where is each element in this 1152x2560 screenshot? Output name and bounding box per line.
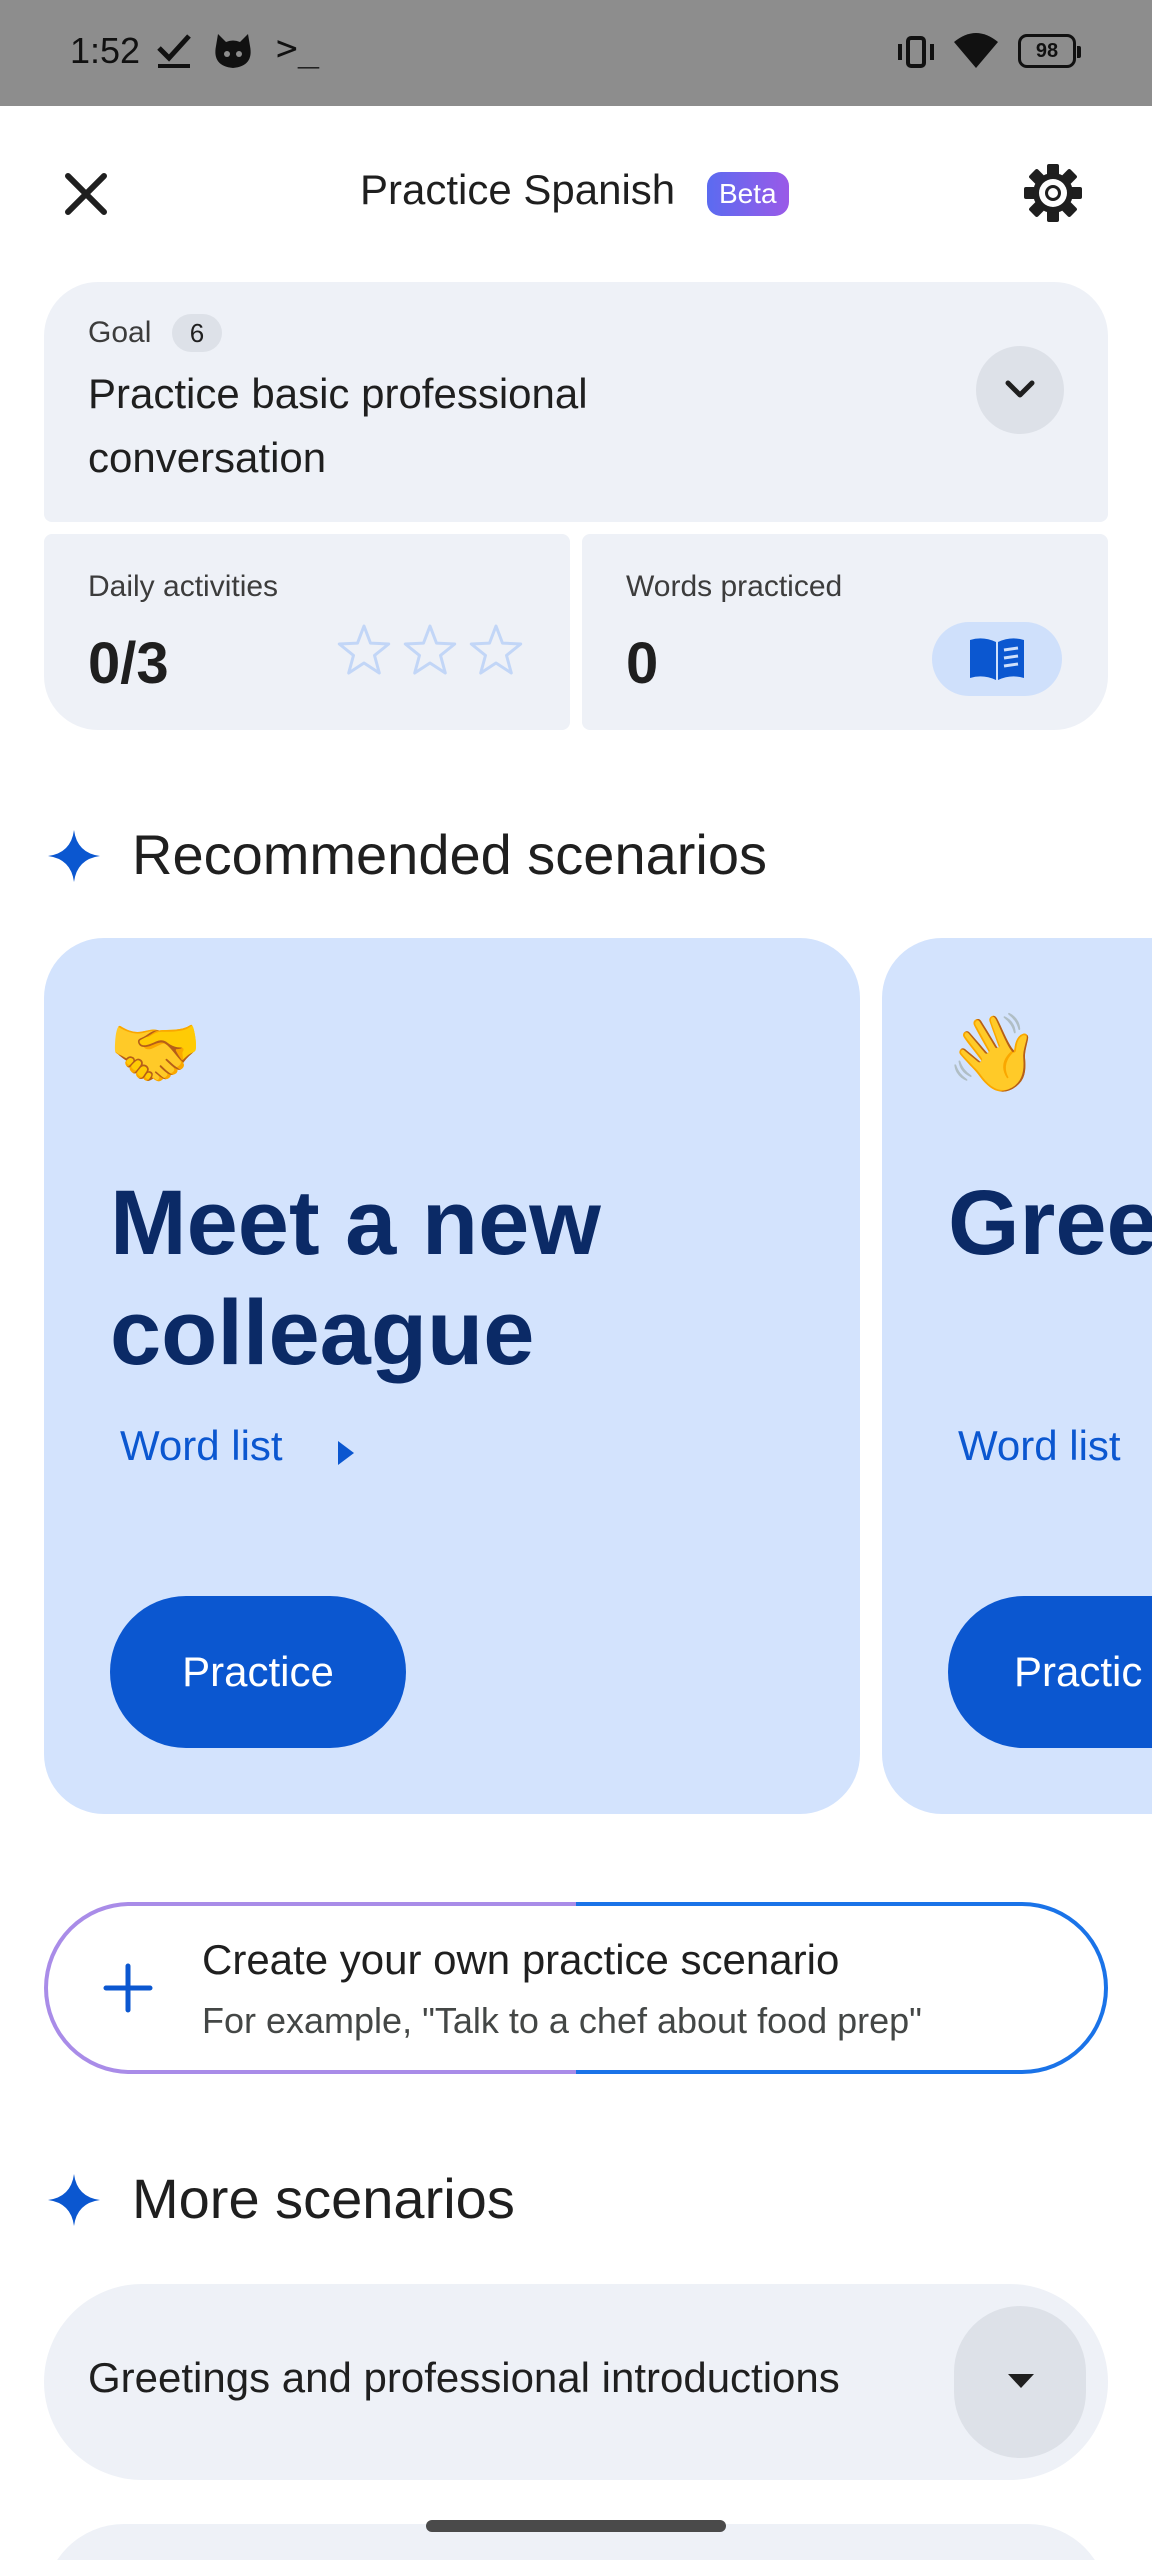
more-scenarios-title: More scenarios	[132, 2167, 515, 2230]
daily-activities-value: 0/3	[88, 631, 169, 696]
goal-label: Goal	[88, 316, 152, 349]
cat-app-icon	[215, 34, 251, 68]
scenario-title: Meet a new colleague	[110, 1172, 601, 1384]
create-scenario-subtitle: For example, "Talk to a chef about food …	[202, 2000, 922, 2041]
goal-expand-button[interactable]	[976, 346, 1064, 434]
more-scenario-label: Greetings and professional introductions	[88, 2354, 840, 2401]
practice-button[interactable]: Practic	[948, 1596, 1152, 1748]
chevron-down-icon	[1005, 380, 1035, 398]
caret-down-icon	[1008, 2374, 1034, 2388]
star-icon	[469, 624, 523, 675]
practice-button[interactable]: Practice	[110, 1596, 406, 1748]
create-scenario-title: Create your own practice scenario	[202, 1936, 840, 1983]
status-bar: 1:52 >_ 98	[0, 0, 1152, 106]
page-title: Practice Spanish	[360, 166, 676, 213]
vibrate-icon	[898, 36, 934, 68]
gear-icon[interactable]	[1020, 160, 1086, 226]
goal-card[interactable]: Goal 6 Practice basic professional conve…	[44, 282, 1108, 522]
handshake-icon: 🤝	[108, 1011, 203, 1096]
words-practiced-value: 0	[626, 631, 659, 696]
terminal-icon: >_	[276, 28, 320, 69]
word-list-link[interactable]: Word list	[958, 1422, 1121, 1470]
home-indicator[interactable]	[426, 2520, 726, 2532]
beta-badge: Beta	[707, 172, 789, 216]
wifi-icon	[954, 33, 998, 68]
words-practiced-card: Words practiced 0	[582, 534, 1108, 730]
goal-text: Practice basic professional conversation	[88, 370, 588, 481]
recommended-scenarios-title: Recommended scenarios	[132, 823, 767, 886]
battery-indicator: 98	[1018, 34, 1081, 68]
scenario-card-meet-colleague[interactable]: 🤝 Meet a new colleague Word list Practic…	[44, 938, 860, 1814]
star-icon	[403, 624, 457, 675]
more-scenario-item[interactable]: Greetings and professional introductions	[44, 2284, 1108, 2480]
scenario-card-greet[interactable]: 👋 Greet in the Word list Practic	[882, 938, 1152, 1814]
status-time: 1:52	[70, 30, 141, 71]
waving-hand-icon: 👋	[946, 1011, 1041, 1096]
plus-icon	[103, 1963, 153, 2013]
close-icon[interactable]	[54, 162, 118, 226]
sparkle-icon	[48, 2174, 100, 2226]
book-icon	[970, 638, 1024, 680]
task-check-icon	[157, 34, 191, 68]
sparkle-icon	[48, 830, 100, 882]
daily-activities-label: Daily activities	[88, 570, 279, 603]
word-book-button[interactable]	[932, 622, 1062, 696]
star-icon	[337, 624, 391, 675]
practice-spanish-screen: 1:52 >_ 98 Practice Spanish Beta Goal 6 …	[0, 0, 1152, 2560]
create-scenario-inner: Create your own practice scenario For ex…	[48, 1906, 1104, 2070]
words-practiced-label: Words practiced	[626, 570, 843, 603]
word-list-link[interactable]: Word list	[120, 1422, 283, 1470]
caret-right-icon[interactable]	[334, 1438, 358, 1468]
create-scenario-button[interactable]: Create your own practice scenario For ex…	[44, 1902, 1108, 2074]
expand-toggle[interactable]	[954, 2306, 1086, 2458]
goal-count-badge: 6	[172, 314, 222, 352]
daily-activities-card: Daily activities 0/3	[44, 534, 570, 730]
star-rating	[337, 624, 523, 675]
scenario-title: Greet in the	[948, 1172, 1152, 1274]
